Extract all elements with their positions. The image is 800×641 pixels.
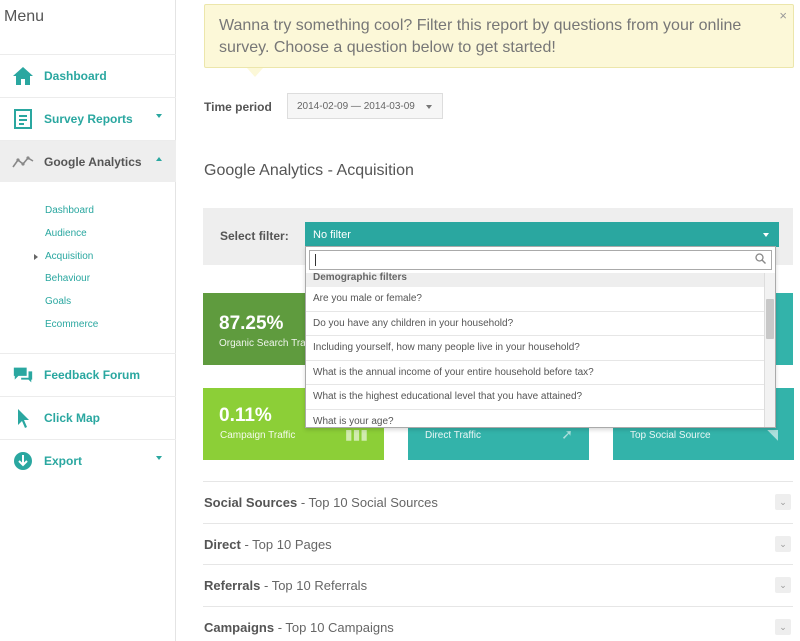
time-period-label: Time period (204, 100, 272, 114)
download-icon (12, 450, 34, 472)
stat-caption: Direct Traffic (425, 430, 481, 441)
time-period-value: 2014-02-09 — 2014-03-09 (297, 101, 415, 112)
nav-label: Export (44, 453, 83, 468)
tip-banner: Wanna try something cool? Filter this re… (204, 4, 794, 77)
text-cursor (315, 254, 316, 266)
cursor-icon (12, 407, 34, 429)
subnav-dashboard[interactable]: Dashboard (45, 205, 94, 216)
nav-label: Click Map (44, 410, 101, 425)
page-title: Google Analytics - Acquisition (204, 162, 414, 179)
menu-title: Menu (4, 8, 45, 25)
dropdown-option[interactable]: What is the highest educational level th… (306, 385, 764, 410)
active-arrow-icon (34, 254, 38, 260)
home-icon (12, 65, 34, 87)
chat-icon (12, 364, 34, 386)
stat-caption: Organic Search Tra (219, 338, 306, 349)
section-name: Referrals (204, 578, 261, 593)
nav-label: Google Analytics (44, 154, 142, 169)
dropdown-option[interactable]: Do you have any children in your househo… (306, 312, 764, 336)
filter-label: Select filter: (220, 229, 289, 243)
dropdown-search-input[interactable] (309, 250, 772, 270)
nav-feedback-forum[interactable]: Feedback Forum (0, 353, 176, 395)
section-subtitle: - Top 10 Social Sources (297, 495, 438, 510)
cursor-icon: ➚ (561, 426, 573, 442)
nav-label: Survey Reports (44, 111, 133, 126)
stat-card-right[interactable] (776, 293, 793, 365)
dropdown-option[interactable]: What is the annual income of your entire… (306, 361, 764, 385)
section-campaigns[interactable]: Campaigns - Top 10 Campaigns ⌄ (203, 606, 793, 641)
chevron-up-icon[interactable] (156, 157, 162, 161)
document-icon (12, 108, 34, 130)
time-period-select[interactable]: 2014-02-09 — 2014-03-09 (287, 93, 443, 119)
nav-label: Dashboard (44, 68, 107, 83)
section-name: Campaigns (204, 620, 275, 635)
chevron-down-icon[interactable] (156, 114, 162, 118)
sidebar: Menu Dashboard Survey Reports Google Ana… (0, 0, 176, 641)
chevron-down-icon[interactable]: ⌄ (775, 577, 791, 593)
section-subtitle: - Top 10 Referrals (260, 578, 368, 593)
stat-value: 0.11% (219, 405, 272, 426)
nav-click-map[interactable]: Click Map (0, 396, 176, 438)
chevron-down-icon[interactable]: ⌄ (775, 494, 791, 510)
chevron-down-icon (763, 233, 769, 237)
tip-text: Wanna try something cool? Filter this re… (219, 17, 742, 56)
nav-label: Feedback Forum (44, 367, 141, 382)
subnav-audience[interactable]: Audience (45, 228, 87, 239)
scrollbar-thumb[interactable] (766, 299, 774, 339)
subnav-acquisition[interactable]: Acquisition (45, 251, 93, 262)
nav-survey-reports[interactable]: Survey Reports (0, 97, 176, 139)
nav-dashboard[interactable]: Dashboard (0, 54, 176, 96)
chevron-down-icon[interactable] (156, 456, 162, 460)
section-direct[interactable]: Direct - Top 10 Pages ⌄ (203, 523, 793, 565)
section-subtitle: - Top 10 Campaigns (274, 620, 394, 635)
section-name: Direct (204, 537, 241, 552)
stat-value: 87.25% (219, 313, 284, 334)
dropdown-option[interactable]: Including yourself, how many people live… (306, 336, 764, 361)
subnav-goals[interactable]: Goals (45, 296, 71, 307)
dropdown-option[interactable]: What is your age? (306, 410, 764, 428)
nav-google-analytics[interactable]: Google Analytics (0, 140, 176, 182)
dropdown-group-label: Demographic filters (306, 273, 764, 287)
chevron-down-icon[interactable]: ⌄ (775, 619, 791, 635)
subnav-ecommerce[interactable]: Ecommerce (45, 319, 98, 330)
filter-dropdown: Demographic filters Are you male or fema… (305, 246, 776, 428)
tip-notch (247, 68, 263, 77)
dropdown-scrollbar[interactable] (764, 273, 775, 427)
stat-caption: Top Social Source (630, 430, 711, 441)
section-referrals[interactable]: Referrals - Top 10 Referrals ⌄ (203, 564, 793, 606)
subnav-behaviour[interactable]: Behaviour (45, 273, 90, 284)
section-social-sources[interactable]: Social Sources - Top 10 Social Sources ⌄ (203, 481, 793, 523)
analytics-icon (12, 151, 34, 173)
close-icon[interactable]: × (779, 8, 787, 23)
search-icon (755, 253, 766, 267)
filter-value: No filter (313, 229, 351, 241)
nav-export[interactable]: Export (0, 439, 176, 481)
stat-caption: Campaign Traffic (220, 430, 296, 441)
dropdown-option[interactable]: Are you male or female? (306, 287, 764, 312)
section-subtitle: - Top 10 Pages (240, 537, 332, 552)
section-name: Social Sources (204, 495, 298, 510)
chevron-down-icon[interactable]: ⌄ (775, 536, 791, 552)
dropdown-list: Demographic filters Are you male or fema… (306, 273, 764, 428)
filter-select[interactable]: No filter (305, 222, 779, 247)
chart-icon: ▮▮▮ (344, 426, 368, 442)
chevron-down-icon (426, 105, 432, 109)
megaphone-icon: ◥ (767, 426, 778, 442)
